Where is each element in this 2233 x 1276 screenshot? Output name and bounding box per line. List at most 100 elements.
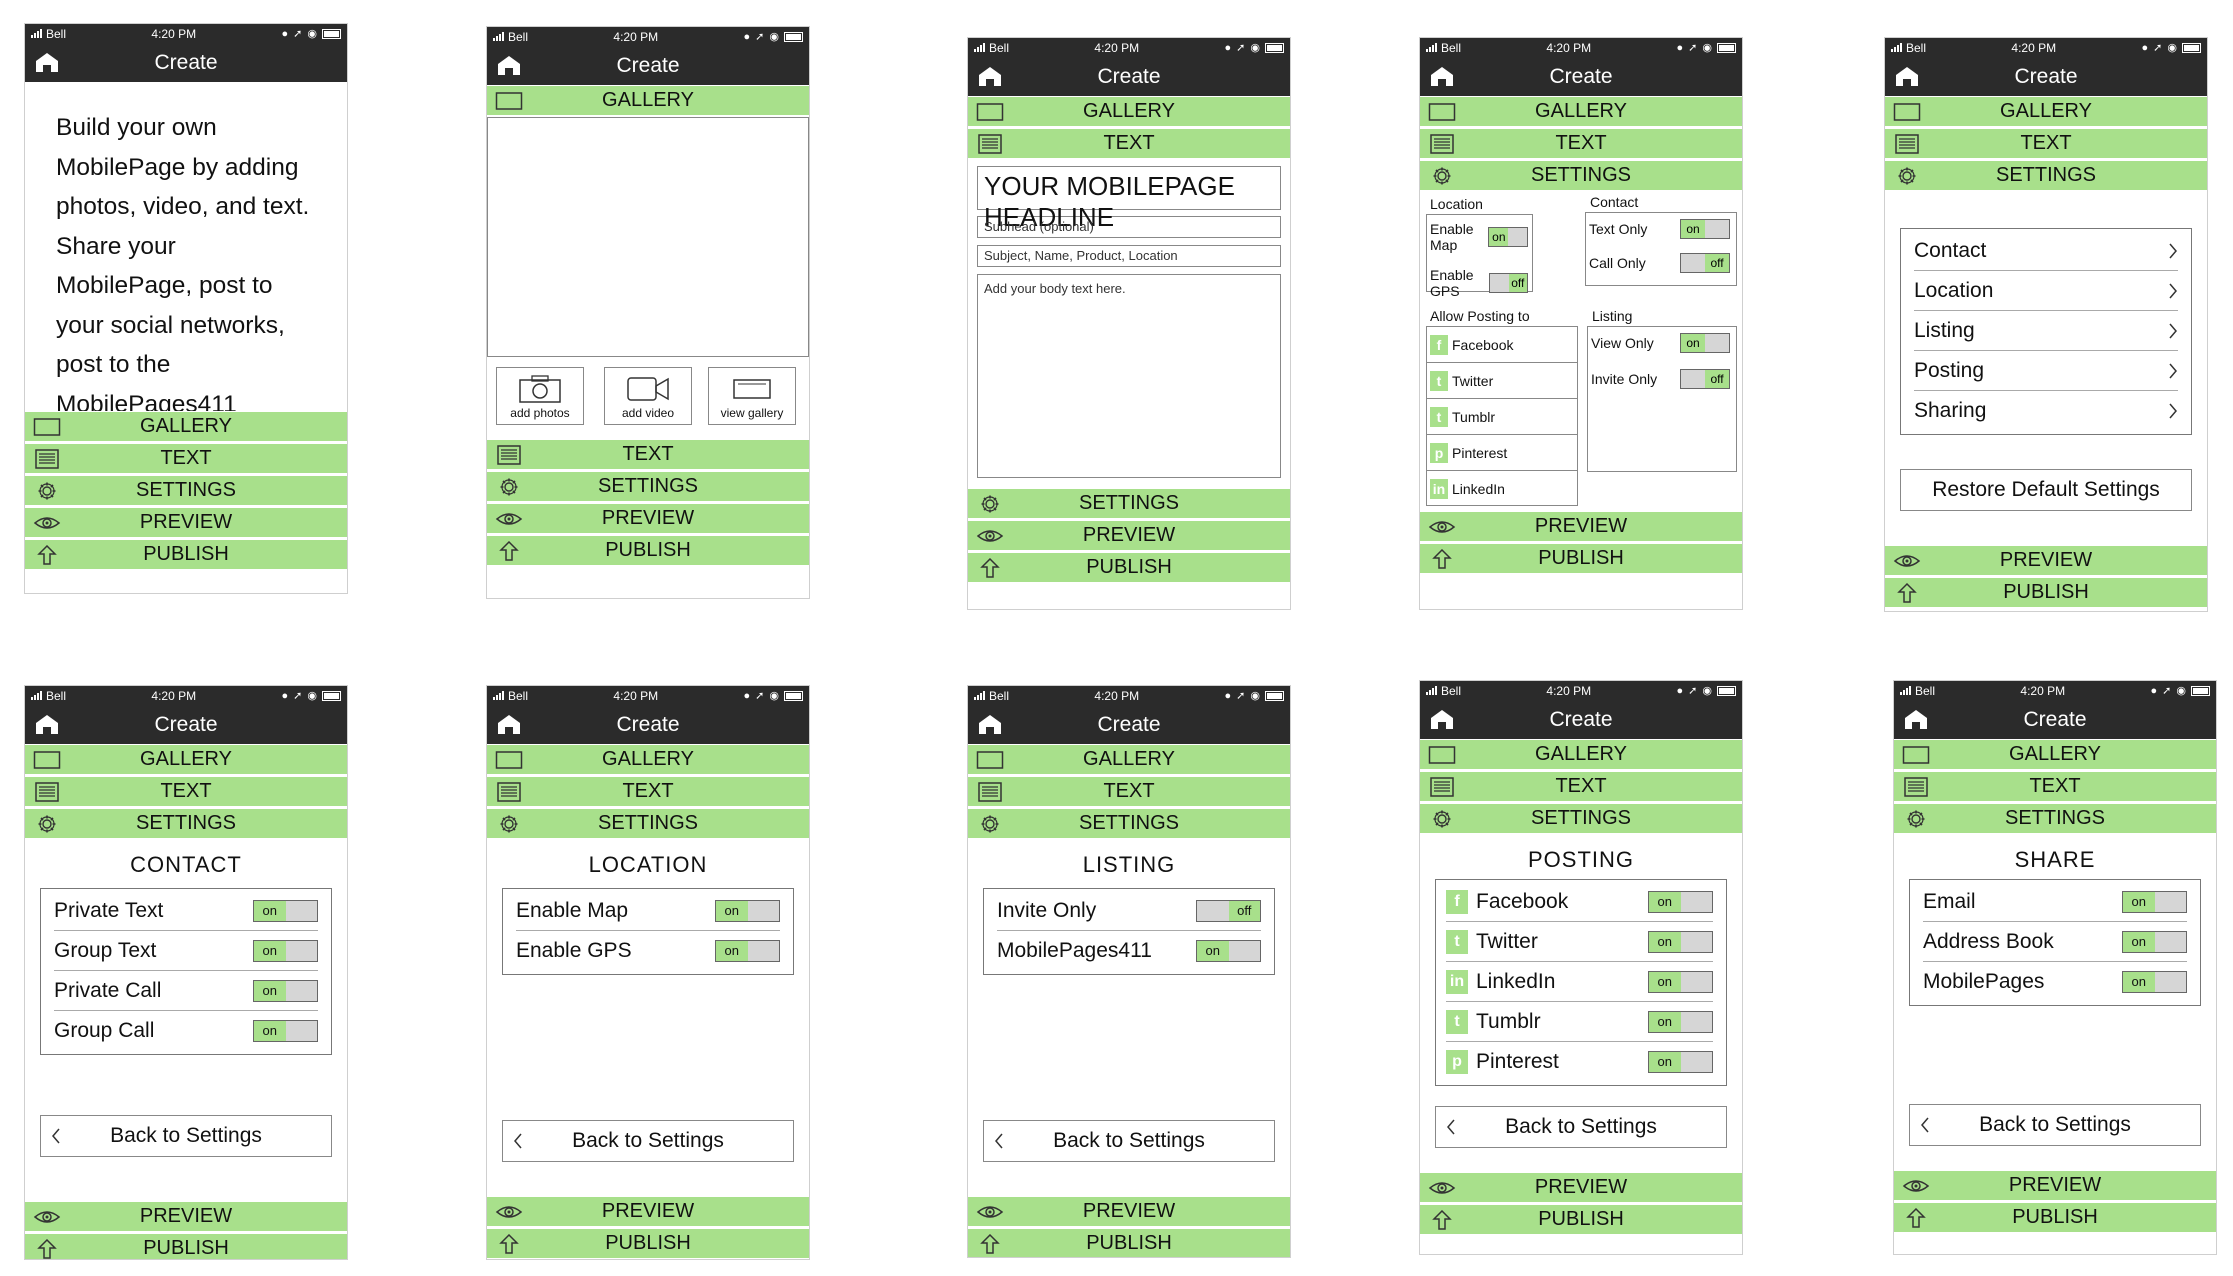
home-icon[interactable] xyxy=(978,66,1002,87)
nav-gallery[interactable]: GALLERY xyxy=(1420,739,1742,771)
mobilepages411-toggle[interactable]: on xyxy=(1196,939,1261,962)
nav-publish[interactable]: PUBLISH xyxy=(25,1233,347,1259)
nav-preview[interactable]: PREVIEW xyxy=(968,520,1290,552)
enable-map-toggle[interactable]: on xyxy=(1488,227,1528,247)
private-text-toggle[interactable]: on xyxy=(253,899,318,922)
nav-preview[interactable]: PREVIEW xyxy=(25,1201,347,1233)
nav-settings[interactable]: SETTINGS xyxy=(487,471,809,503)
back-to-settings-button[interactable]: Back to Settings xyxy=(502,1120,794,1162)
back-to-settings-button[interactable]: Back to Settings xyxy=(983,1120,1275,1162)
nav-settings[interactable]: SETTINGS xyxy=(1885,160,2207,192)
back-to-settings-button[interactable]: Back to Settings xyxy=(1435,1106,1727,1148)
nav-text[interactable]: TEXT xyxy=(1420,771,1742,803)
nav-settings[interactable]: SETTINGS xyxy=(968,488,1290,520)
body-textarea[interactable]: Add your body text here. xyxy=(977,274,1281,478)
settings-item-sharing[interactable]: Sharing xyxy=(1914,391,2178,430)
home-icon[interactable] xyxy=(497,714,521,735)
private-call-toggle[interactable]: on xyxy=(253,979,318,1002)
enable-map-toggle[interactable]: on xyxy=(715,899,780,922)
group-call-toggle[interactable]: on xyxy=(253,1019,318,1042)
nav-preview[interactable]: PREVIEW xyxy=(1894,1170,2216,1202)
home-icon[interactable] xyxy=(35,52,59,73)
nav-gallery[interactable]: GALLERY xyxy=(487,744,809,776)
home-icon[interactable] xyxy=(1430,66,1454,87)
home-icon[interactable] xyxy=(1904,709,1928,730)
nav-gallery[interactable]: GALLERY xyxy=(25,411,347,443)
facebook-toggle[interactable]: on xyxy=(1648,890,1713,913)
tumblr-toggle[interactable]: on xyxy=(1648,1010,1713,1033)
nav-publish[interactable]: PUBLISH xyxy=(968,552,1290,584)
nav-text[interactable]: TEXT xyxy=(968,128,1290,160)
home-icon[interactable] xyxy=(978,714,1002,735)
settings-item-location[interactable]: Location xyxy=(1914,271,2178,311)
nav-publish[interactable]: PUBLISH xyxy=(1420,1204,1742,1236)
restore-defaults-button[interactable]: Restore Default Settings xyxy=(1900,469,2192,511)
nav-preview[interactable]: PREVIEW xyxy=(487,1196,809,1228)
add-photos-button[interactable]: add photos xyxy=(496,367,584,425)
nav-settings[interactable]: SETTINGS xyxy=(487,808,809,840)
nav-preview[interactable]: PREVIEW xyxy=(1420,1172,1742,1204)
nav-preview[interactable]: PREVIEW xyxy=(487,503,809,535)
settings-item-contact[interactable]: Contact xyxy=(1914,231,2178,271)
enable-gps-toggle[interactable]: off xyxy=(1489,273,1528,293)
network-tumblr[interactable]: t Tumblr xyxy=(1427,399,1577,435)
nav-preview[interactable]: PREVIEW xyxy=(1420,511,1742,543)
network-linkedin[interactable]: in LinkedIn xyxy=(1427,471,1577,506)
view-only-toggle[interactable]: on xyxy=(1680,333,1730,353)
text-only-toggle[interactable]: on xyxy=(1680,219,1730,239)
subhead-input[interactable]: Subhead (optional) xyxy=(977,216,1281,238)
nav-publish[interactable]: PUBLISH xyxy=(487,1228,809,1259)
network-pinterest[interactable]: p Pinterest xyxy=(1427,435,1577,471)
nav-text[interactable]: TEXT xyxy=(1420,128,1742,160)
add-video-button[interactable]: add video xyxy=(604,367,692,425)
nav-settings[interactable]: SETTINGS xyxy=(1420,803,1742,835)
nav-publish[interactable]: PUBLISH xyxy=(487,535,809,567)
back-to-settings-button[interactable]: Back to Settings xyxy=(1909,1104,2201,1146)
home-icon[interactable] xyxy=(1430,709,1454,730)
invite-only-toggle[interactable]: off xyxy=(1680,369,1730,389)
nav-publish[interactable]: PUBLISH xyxy=(25,539,347,571)
nav-settings[interactable]: SETTINGS xyxy=(25,475,347,507)
nav-gallery[interactable]: GALLERY xyxy=(487,85,809,117)
nav-text[interactable]: TEXT xyxy=(1894,771,2216,803)
nav-text[interactable]: TEXT xyxy=(25,776,347,808)
nav-settings[interactable]: SETTINGS xyxy=(25,808,347,840)
settings-item-posting[interactable]: Posting xyxy=(1914,351,2178,391)
settings-item-listing[interactable]: Listing xyxy=(1914,311,2178,351)
home-icon[interactable] xyxy=(1895,66,1919,87)
pinterest-toggle[interactable]: on xyxy=(1648,1050,1713,1073)
subject-input[interactable]: Subject, Name, Product, Location xyxy=(977,245,1281,267)
mobilepages-toggle[interactable]: on xyxy=(2122,970,2187,993)
view-gallery-button[interactable]: view gallery xyxy=(708,367,796,425)
nav-preview[interactable]: PREVIEW xyxy=(1885,545,2207,577)
network-twitter[interactable]: t Twitter xyxy=(1427,363,1577,399)
nav-settings[interactable]: SETTINGS xyxy=(1894,803,2216,835)
home-icon[interactable] xyxy=(35,714,59,735)
call-only-toggle[interactable]: off xyxy=(1680,253,1730,273)
nav-settings[interactable]: SETTINGS xyxy=(1420,160,1742,192)
nav-publish[interactable]: PUBLISH xyxy=(1885,577,2207,609)
home-icon[interactable] xyxy=(497,55,521,76)
twitter-toggle[interactable]: on xyxy=(1648,930,1713,953)
nav-text[interactable]: TEXT xyxy=(1885,128,2207,160)
group-text-toggle[interactable]: on xyxy=(253,939,318,962)
nav-text[interactable]: TEXT xyxy=(487,776,809,808)
nav-text[interactable]: TEXT xyxy=(25,443,347,475)
address-book-toggle[interactable]: on xyxy=(2122,930,2187,953)
nav-text[interactable]: TEXT xyxy=(487,439,809,471)
nav-gallery[interactable]: GALLERY xyxy=(968,96,1290,128)
nav-preview[interactable]: PREVIEW xyxy=(968,1196,1290,1228)
enable-gps-toggle[interactable]: on xyxy=(715,939,780,962)
nav-publish[interactable]: PUBLISH xyxy=(1894,1202,2216,1234)
linkedin-toggle[interactable]: on xyxy=(1648,970,1713,993)
network-facebook[interactable]: f Facebook xyxy=(1427,327,1577,363)
nav-gallery[interactable]: GALLERY xyxy=(1894,739,2216,771)
back-to-settings-button[interactable]: Back to Settings xyxy=(40,1115,332,1157)
nav-publish[interactable]: PUBLISH xyxy=(1420,543,1742,575)
nav-text[interactable]: TEXT xyxy=(968,776,1290,808)
nav-preview[interactable]: PREVIEW xyxy=(25,507,347,539)
invite-only-toggle[interactable]: off xyxy=(1196,899,1261,922)
nav-settings[interactable]: SETTINGS xyxy=(968,808,1290,840)
email-toggle[interactable]: on xyxy=(2122,890,2187,913)
nav-gallery[interactable]: GALLERY xyxy=(1885,96,2207,128)
